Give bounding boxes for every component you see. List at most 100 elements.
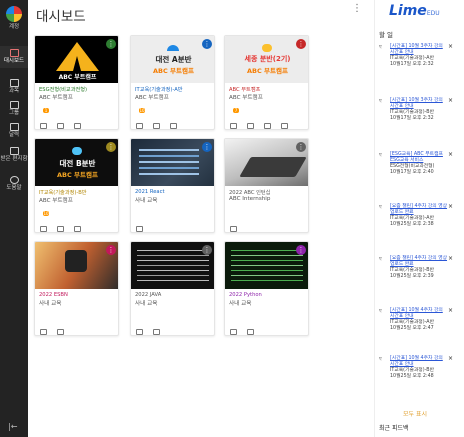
card-options-icon[interactable]: ⋮ xyxy=(202,142,212,152)
course-subtitle: ABC Internship xyxy=(229,196,271,202)
lime-edu-logo: LimeEDU xyxy=(389,3,440,19)
course-card[interactable]: 세종 분반(2기) ABC 부트캠프 ⋮ ABC 부트캠프 ABC 부트캠프 7 xyxy=(224,35,309,130)
unread-badge: 10 xyxy=(43,211,49,216)
discussion-icon[interactable] xyxy=(153,123,160,129)
todo-link[interactable]: [시간표] 10월 3주차 강의 시간표 안내 xyxy=(390,44,448,56)
announcement-icon: ए xyxy=(379,205,382,210)
course-title: ABC 부트캠프 xyxy=(229,87,261,93)
rail-item-label: 도움말 xyxy=(6,185,22,191)
discussion-icon[interactable] xyxy=(264,123,271,129)
rail-item-account[interactable]: 계정 xyxy=(0,24,28,31)
course-subtitle: ABC 부트캠프 xyxy=(39,95,73,101)
dismiss-icon[interactable]: × xyxy=(448,308,453,314)
course-card[interactable]: ⋮ 2021 React 사내 교육 xyxy=(130,138,215,233)
course-thumbnail: 세종 분반(2기) ABC 부트캠프 ⋮ xyxy=(225,36,308,83)
course-subtitle: 사내 교육 xyxy=(229,301,252,307)
card-options-icon[interactable]: ⋮ xyxy=(106,142,116,152)
rail-item-groups[interactable]: 그룹 xyxy=(0,101,28,117)
folder-icon[interactable] xyxy=(281,123,288,129)
course-card[interactable]: ⋮ 2022 Python 사내 교육 xyxy=(224,241,309,336)
announcement-icon[interactable] xyxy=(136,123,143,129)
dismiss-icon[interactable]: × xyxy=(448,98,453,104)
course-title: IT교육(기술과정)-A반 xyxy=(135,87,183,93)
announcement-icon[interactable] xyxy=(40,123,47,129)
folder-icon[interactable] xyxy=(74,226,81,232)
todo-link[interactable]: [요즘 챌린] 4주차 강의 영상 업로드 완료 xyxy=(390,256,448,268)
todo-link[interactable]: [시간표] 10월 4주차 강의 시간표 안내 xyxy=(390,308,448,320)
mascot-icon xyxy=(72,147,82,155)
collapse-nav-button[interactable]: |← xyxy=(8,422,17,431)
dashboard-options-icon[interactable]: ⋮ xyxy=(352,4,362,14)
rail-item-help[interactable]: 도움말 xyxy=(0,176,28,192)
card-options-icon[interactable]: ⋮ xyxy=(296,39,306,49)
course-title: ESG전형(비교과전형) xyxy=(39,87,88,93)
course-card[interactable]: ⋮ 2022 JAVA 사내 교육 xyxy=(130,241,215,336)
todo-link[interactable]: [요즘 챌린] 4주차 강의 영상 업로드 완료 xyxy=(390,204,448,216)
logo-suffix: EDU xyxy=(426,10,440,17)
unread-badge: 7 xyxy=(233,108,239,113)
course-card[interactable]: ⋮ 2022 ABC 인턴십 ABC Internship xyxy=(224,138,309,233)
discussion-icon[interactable] xyxy=(136,226,143,232)
card-options-icon[interactable]: ⋮ xyxy=(296,142,306,152)
card-options-icon[interactable]: ⋮ xyxy=(106,245,116,255)
folder-icon[interactable] xyxy=(153,329,160,335)
assignment-icon[interactable] xyxy=(247,123,254,129)
course-card[interactable]: 대전 A분반 ABC 부트캠프 ⋮ IT교육(기술과정)-A반 ABC 부트캠프… xyxy=(130,35,215,130)
discussion-icon[interactable] xyxy=(40,329,47,335)
announcement-icon: ए xyxy=(379,45,382,50)
rail-item-label: 계정 xyxy=(8,24,20,30)
course-subtitle: 사내 교육 xyxy=(135,301,158,307)
dismiss-icon[interactable]: × xyxy=(448,356,453,362)
folder-icon[interactable] xyxy=(170,123,177,129)
rail-item-courses[interactable]: 과목 xyxy=(0,79,28,95)
dismiss-icon[interactable]: × xyxy=(448,152,453,158)
course-card[interactable]: 대전 B분반 ABC 부트캠프 ⋮ IT교육(기술과정)-B반 ABC 부트캠프… xyxy=(34,138,119,233)
dismiss-icon[interactable]: × xyxy=(448,44,453,50)
thumbnail-sublabel: ABC 부트캠프 xyxy=(57,171,98,179)
rail-item-dashboard[interactable]: 대시보드 xyxy=(0,46,28,68)
card-action-icons xyxy=(40,114,91,129)
announcement-icon[interactable] xyxy=(230,123,237,129)
course-subtitle: ABC 부트캠프 xyxy=(135,95,169,101)
todo-link[interactable]: [시간표] 10월 4주차 강의 시간표 안내 xyxy=(390,356,448,368)
todo-title: 할 일 xyxy=(379,31,394,39)
course-card[interactable]: ⋮ 2022 ESBN 사내 교육 xyxy=(34,241,119,336)
dismiss-icon[interactable]: × xyxy=(448,256,453,262)
show-all-link[interactable]: 모두 표시 xyxy=(403,409,427,418)
todo-date: 10월25일 오후 2:48 xyxy=(390,374,434,379)
card-options-icon[interactable]: ⋮ xyxy=(202,39,212,49)
mascot-icon xyxy=(167,45,179,51)
announcement-icon[interactable] xyxy=(40,226,47,232)
todo-date: 10월25일 오후 2:38 xyxy=(390,222,434,227)
course-card[interactable]: ABC 부트캠프 ⋮ ESG전형(비교과전형) ABC 부트캠프 1 xyxy=(34,35,119,130)
folder-icon[interactable] xyxy=(57,329,64,335)
card-options-icon[interactable]: ⋮ xyxy=(202,245,212,255)
todo-link[interactable]: [시간표] 10월 3주차 강의 시간표 안내 xyxy=(390,98,448,110)
discussion-icon[interactable] xyxy=(230,226,237,232)
discussion-icon[interactable] xyxy=(57,123,64,129)
course-thumbnail: ⋮ xyxy=(225,242,308,289)
course-title: 2022 JAVA xyxy=(135,292,162,298)
card-action-icons xyxy=(40,320,74,335)
course-thumbnail: ABC 부트캠프 ⋮ xyxy=(35,36,118,83)
discussion-icon[interactable] xyxy=(230,329,237,335)
discussion-icon[interactable] xyxy=(57,226,64,232)
card-options-icon[interactable]: ⋮ xyxy=(106,39,116,49)
rail-item-inbox[interactable]: 받은 편지함 xyxy=(0,147,28,163)
folder-icon[interactable] xyxy=(247,329,254,335)
rail-item-calendar[interactable]: 달력 xyxy=(0,123,28,139)
card-action-icons xyxy=(230,320,264,335)
card-action-icons xyxy=(136,320,170,335)
inbox-icon xyxy=(9,147,19,155)
card-options-icon[interactable]: ⋮ xyxy=(296,245,306,255)
account-avatar-icon[interactable] xyxy=(6,6,22,22)
todo-link[interactable]: [ESG교육] ABC 부트캠프 ESG교육 서비스 xyxy=(390,152,448,164)
discussion-icon[interactable] xyxy=(136,329,143,335)
keyboard-image xyxy=(239,157,307,177)
course-title: 2022 ESBN xyxy=(39,292,68,298)
todo-date: 10월17일 오후 2:32 xyxy=(390,62,434,67)
dismiss-icon[interactable]: × xyxy=(448,204,453,210)
course-thumbnail: ⋮ xyxy=(131,139,214,186)
folder-icon[interactable] xyxy=(74,123,81,129)
announcement-icon: ए xyxy=(379,153,382,158)
